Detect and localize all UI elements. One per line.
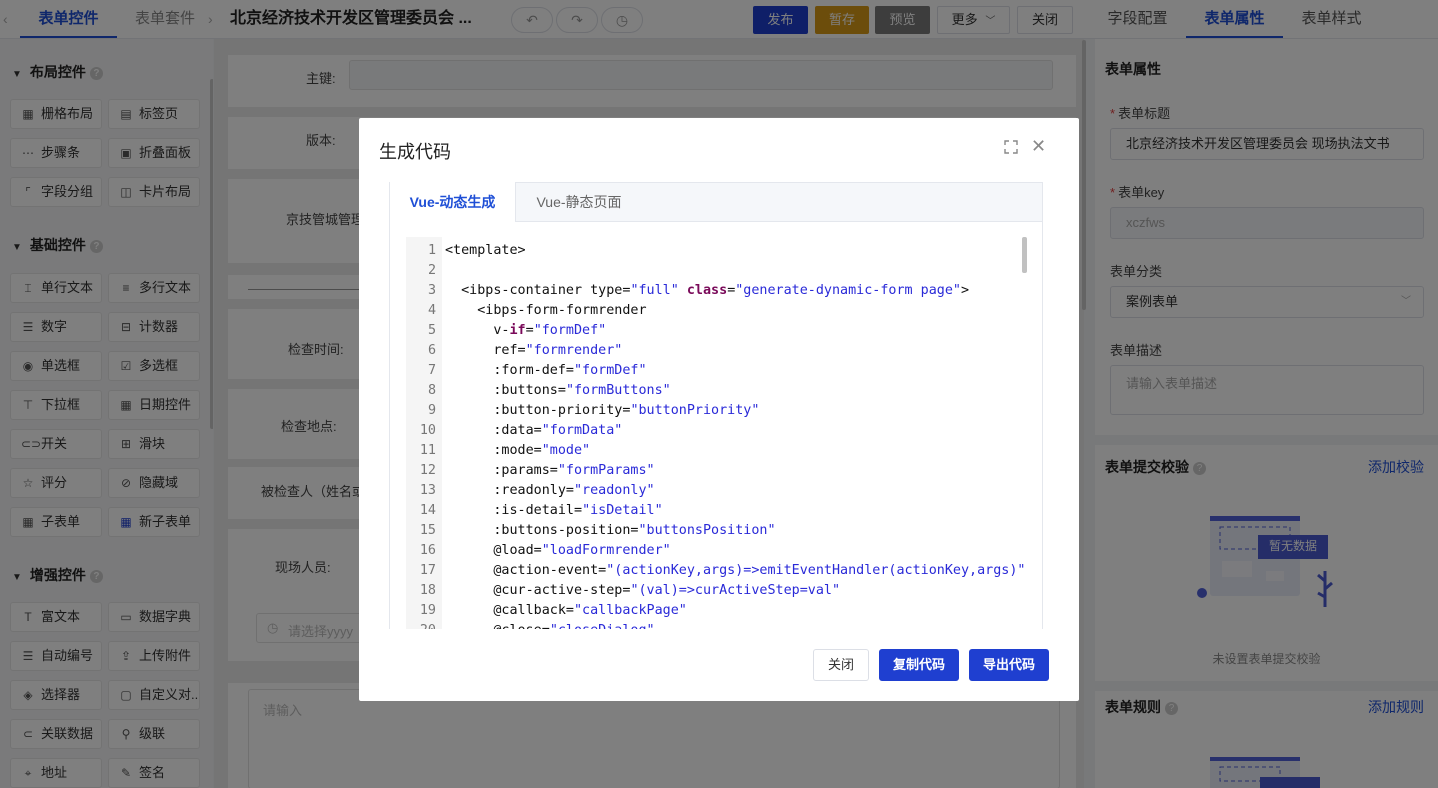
code-line: 15 :buttons-position="buttonsPosition" [406, 521, 1026, 541]
code-text: v-if="formDef" [445, 323, 607, 338]
code-editor[interactable]: 1 <template> 2 3 <ibps-container type="full… [406, 237, 1026, 629]
code-line: 19 @callback="callbackPage" [406, 601, 1026, 621]
line-number: 8 [427, 383, 436, 398]
code-line: 18 @cur-active-step="(val)=>curActiveSte… [406, 581, 1026, 601]
code-text: <ibps-container type="full" class="gener… [445, 283, 970, 298]
code-text: :buttons-position="buttonsPosition" [445, 523, 776, 538]
code-text: :readonly="readonly" [445, 483, 655, 498]
code-text: @close="closeDialog" [445, 621, 654, 629]
code-text: :mode="mode" [445, 443, 591, 458]
code-text: @action-event="(actionKey,args)=>emitEve… [445, 563, 1026, 578]
line-number: 15 [419, 523, 436, 538]
copy-code-button[interactable]: 复制代码 [879, 649, 959, 681]
code-text: :params="formParams" [445, 463, 655, 478]
line-number: 16 [419, 543, 436, 558]
code-tabs: Vue-动态生成 Vue-静态页面 [389, 182, 1043, 223]
code-scrollbar[interactable] [1022, 237, 1027, 273]
code-text: :data="formData" [445, 423, 623, 438]
line-number: 3 [427, 283, 436, 298]
code-line: 14 :is-detail="isDetail" [406, 501, 1026, 521]
line-number: 4 [427, 303, 436, 318]
tab-vue-dynamic[interactable]: Vue-动态生成 [389, 182, 516, 223]
line-number: 12 [419, 463, 436, 478]
dialog-title: 生成代码 [379, 142, 451, 162]
dialog-close-button[interactable]: 关闭 [813, 649, 869, 681]
code-text: @callback="callbackPage" [445, 603, 687, 618]
code-line: 12 :params="formParams" [406, 461, 1026, 481]
line-number: 10 [419, 423, 436, 438]
code-text: :is-detail="isDetail" [445, 503, 663, 518]
line-number: 1 [427, 243, 436, 258]
code-line: 7 :form-def="formDef" [406, 361, 1026, 381]
code-line: 13 :readonly="readonly" [406, 481, 1026, 501]
line-number: 5 [427, 323, 436, 338]
code-text: @load="loadFormrender" [445, 543, 671, 558]
line-number: 7 [427, 363, 436, 378]
line-number: 6 [427, 343, 436, 358]
fullscreen-icon[interactable] [1004, 140, 1018, 154]
line-number: 14 [419, 503, 436, 518]
code-line: 1 <template> [406, 241, 1026, 261]
code-text: @cur-active-step="(val)=>curActiveStep=v… [445, 583, 841, 598]
code-text: :buttons="formButtons" [445, 383, 671, 398]
code-text: <ibps-form-formrender [445, 303, 647, 318]
line-number: 18 [419, 583, 436, 598]
code-line: 16 @load="loadFormrender" [406, 541, 1026, 561]
code-line: 9 :button-priority="buttonPriority" [406, 401, 1026, 421]
code-text: :form-def="formDef" [445, 363, 647, 378]
line-number: 11 [419, 443, 436, 458]
line-number: 9 [427, 403, 436, 418]
code-line: 11 :mode="mode" [406, 441, 1026, 461]
line-number: 13 [419, 483, 436, 498]
code-panel: 1 <template> 2 3 <ibps-container type="full… [389, 222, 1043, 629]
code-line: 10 :data="formData" [406, 421, 1026, 441]
code-line: 20 @close="closeDialog" [406, 621, 1026, 629]
code-line: 5 v-if="formDef" [406, 321, 1026, 341]
line-number: 19 [419, 603, 436, 618]
line-number: 17 [419, 563, 436, 578]
generate-code-dialog: 生成代码 ✕ Vue-动态生成 Vue-静态页面 1 <template> 2 3 <… [359, 118, 1079, 701]
line-number: 2 [427, 263, 436, 278]
code-text: :button-priority="buttonPriority" [445, 403, 760, 418]
code-line: 6 ref="formrender" [406, 341, 1026, 361]
line-number: 20 [406, 621, 436, 629]
code-text: ref="formrender" [445, 343, 623, 358]
code-line: 17 @action-event="(actionKey,args)=>emit… [406, 561, 1026, 581]
close-icon[interactable]: ✕ [1031, 136, 1046, 157]
code-line: 8 :buttons="formButtons" [406, 381, 1026, 401]
code-text: <template> [445, 243, 526, 258]
code-line: 2 [406, 261, 1026, 281]
tab-vue-static[interactable]: Vue-静态页面 [516, 182, 642, 222]
export-code-button[interactable]: 导出代码 [969, 649, 1049, 681]
code-line: 3 <ibps-container type="full" class="gen… [406, 281, 1026, 301]
code-line: 4 <ibps-form-formrender [406, 301, 1026, 321]
